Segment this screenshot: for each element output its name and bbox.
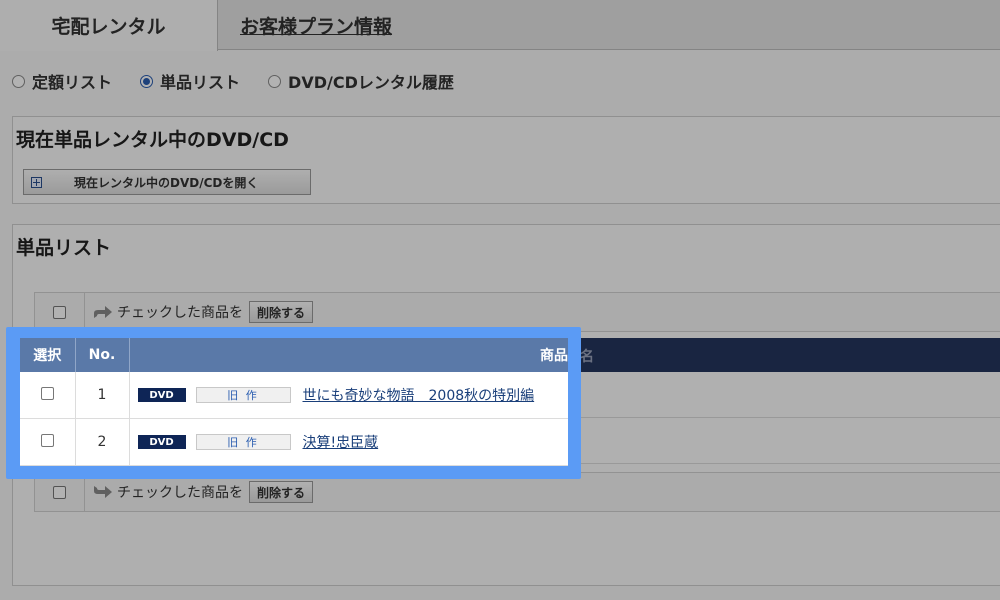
- product-title-link[interactable]: 世にも奇妙な物語 2008秋の特別編: [303, 385, 535, 405]
- category-badge: 旧 作: [195, 387, 291, 404]
- page: 宅配レンタル お客様プラン情報 定額リスト 単品リスト DVD/CDレンタル履歴…: [0, 0, 1000, 600]
- category-badge: 旧 作: [195, 434, 291, 451]
- product-cell: DVD 旧 作 世にも奇妙な物語 2008秋の特別編: [129, 372, 568, 420]
- product-title-link[interactable]: 決算!忠臣蔵: [303, 432, 379, 452]
- media-badge: DVD: [137, 388, 186, 403]
- items-table: 選択 No. 商品 1 DVD 旧 作 世にも奇妙な物語 2008秋の特別編 2…: [20, 338, 568, 466]
- dim-overlay: [0, 0, 1000, 600]
- product-cell: DVD 旧 作 決算!忠臣蔵: [129, 418, 568, 466]
- select-cell: [20, 418, 76, 466]
- select-cell: [20, 372, 76, 420]
- row-number: 2: [75, 418, 130, 466]
- header-select: 選択: [20, 338, 76, 372]
- row-checkbox[interactable]: [40, 386, 54, 400]
- header-no: No.: [75, 338, 130, 372]
- media-badge: DVD: [137, 435, 186, 450]
- table-header-row: 選択 No. 商品: [20, 338, 568, 372]
- row-number: 1: [75, 372, 130, 420]
- table-row: 1 DVD 旧 作 世にも奇妙な物語 2008秋の特別編: [20, 372, 568, 420]
- table-row: 2 DVD 旧 作 決算!忠臣蔵: [20, 418, 568, 466]
- row-checkbox[interactable]: [40, 433, 54, 447]
- header-name: 商品: [129, 338, 568, 372]
